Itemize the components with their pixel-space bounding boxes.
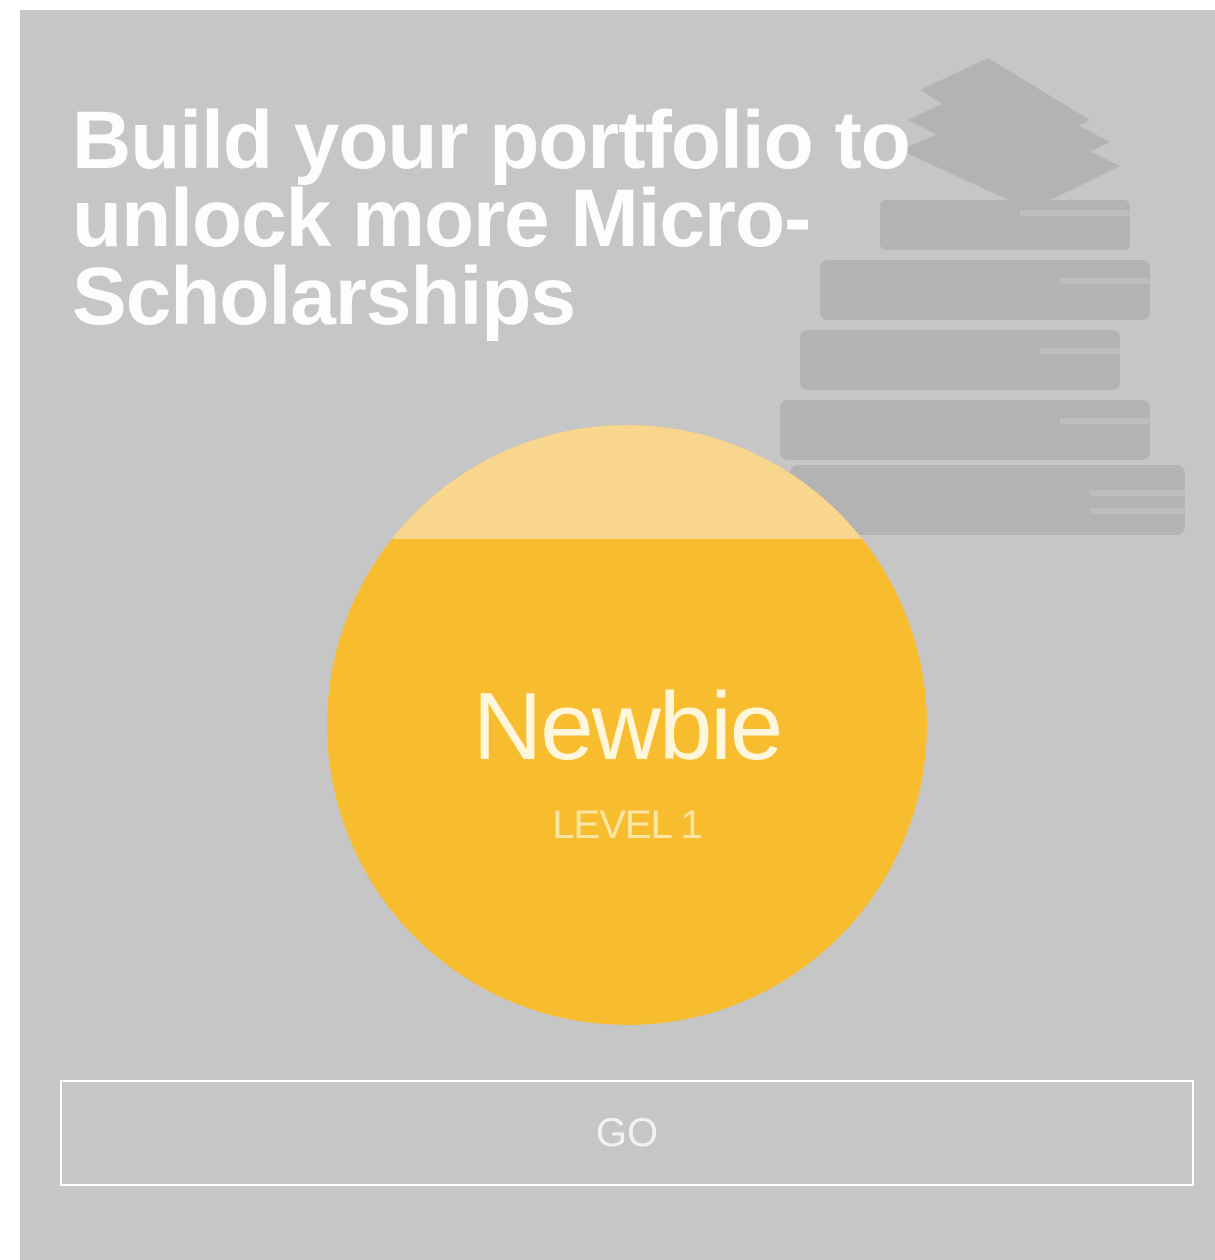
level-progress-circle: Newbie LEVEL 1 <box>327 425 927 1025</box>
level-progress-remaining <box>327 425 927 539</box>
level-number: LEVEL 1 <box>552 803 702 847</box>
level-title: Newbie <box>472 673 783 780</box>
portfolio-card: Build your portfolio to unlock more Micr… <box>20 10 1215 1260</box>
page-headline: Build your portfolio to unlock more Micr… <box>72 95 911 342</box>
go-button[interactable]: GO <box>60 1080 1194 1186</box>
